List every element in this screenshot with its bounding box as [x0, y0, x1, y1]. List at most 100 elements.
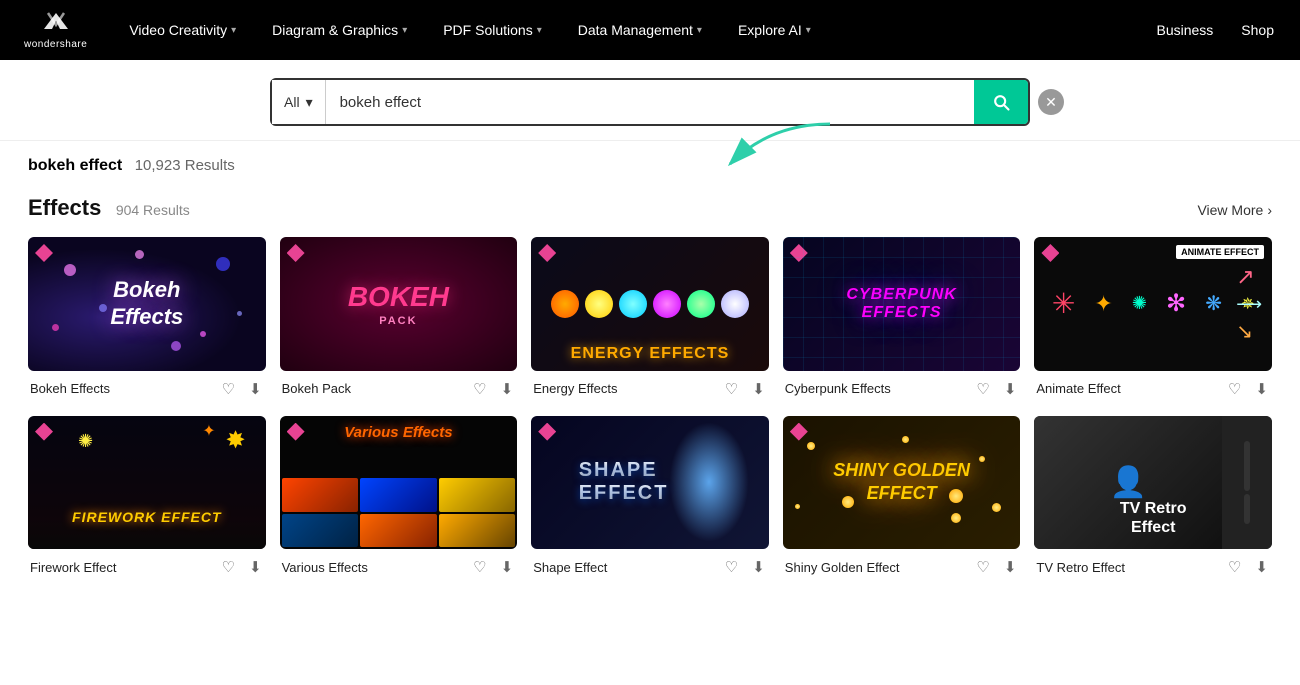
card-animate-like[interactable]: ♡	[1226, 378, 1243, 400]
card-various-like[interactable]: ♡	[471, 556, 488, 578]
logo[interactable]: wondershare	[24, 11, 87, 50]
retro-title: TV RetroEffect	[1120, 499, 1187, 537]
card-tv-retro[interactable]: 👤 TV RetroEffect TV Retro Effect ♡ ⬇	[1034, 416, 1272, 581]
nav-video-creativity-chevron: ▾	[231, 25, 236, 36]
card-golden-like[interactable]: ♡	[974, 556, 991, 578]
nav-right: Business Shop	[1154, 18, 1276, 42]
search-section: All ▾ ✕	[0, 60, 1300, 141]
effects-grid-row2: ✸ ✦ ✺ FIREWORK EFFECT Firework Effect ♡ …	[28, 416, 1272, 581]
nav-pdf-solutions[interactable]: PDF Solutions ▾	[441, 18, 544, 42]
card-shape-like[interactable]: ♡	[723, 556, 740, 578]
card-retro-name: TV Retro Effect	[1036, 560, 1125, 575]
card-cyberpunk-like[interactable]: ♡	[974, 378, 991, 400]
results-info: bokeh effect 10,923 Results	[0, 141, 1300, 175]
nav-data-management[interactable]: Data Management ▾	[576, 18, 704, 42]
effects-section-title-group: Effects 904 Results	[28, 195, 190, 221]
card-golden-name: Shiny Golden Effect	[785, 560, 900, 575]
card-bokeh-pack-label: Bokeh Pack ♡ ⬇	[280, 371, 518, 402]
golden-title: SHINY GOLDENEFFECT	[833, 459, 970, 506]
nav-data-management-label: Data Management	[578, 22, 693, 38]
card-various-download[interactable]: ⬇	[499, 556, 516, 578]
card-shape-name: Shape Effect	[533, 560, 607, 575]
card-golden-thumb: SHINY GOLDENEFFECT	[783, 416, 1021, 550]
search-bar: All ▾ ✕	[270, 78, 1030, 126]
card-bokeh-effects[interactable]: BokehEffects Bokeh Effects ♡ ⬇	[28, 237, 266, 402]
card-firework-download[interactable]: ⬇	[247, 556, 264, 578]
nav-diagram-graphics-label: Diagram & Graphics	[272, 22, 398, 38]
results-query-text: bokeh effect 10,923 Results	[28, 157, 235, 174]
effects-section-count: 904 Results	[116, 202, 190, 218]
card-bokeh-effects-label: Bokeh Effects ♡ ⬇	[28, 371, 266, 402]
card-energy-effects[interactable]: ENERGY EFFECTS Energy Effects ♡ ⬇	[531, 237, 769, 402]
nav-pdf-solutions-chevron: ▾	[537, 25, 542, 36]
nav-pdf-solutions-label: PDF Solutions	[443, 22, 532, 38]
card-bokeh-pack-like[interactable]: ♡	[471, 378, 488, 400]
card-bokeh-pack-download[interactable]: ⬇	[499, 378, 516, 400]
search-button[interactable]	[974, 80, 1028, 124]
card-bokeh-effects-thumb: BokehEffects	[28, 237, 266, 371]
card-cyberpunk-thumb: CYBERPUNKEFFECTS	[783, 237, 1021, 371]
card-cyberpunk-effects[interactable]: CYBERPUNKEFFECTS Cyberpunk Effects ♡ ⬇	[783, 237, 1021, 402]
card-cyberpunk-download[interactable]: ⬇	[1002, 378, 1019, 400]
search-category-label: All	[284, 94, 300, 110]
card-firework-thumb: ✸ ✦ ✺ FIREWORK EFFECT	[28, 416, 266, 550]
card-various-thumb: Various Effects	[280, 416, 518, 550]
nav-diagram-graphics[interactable]: Diagram & Graphics ▾	[270, 18, 409, 42]
card-shape-thumb: SHAPE EFFECT	[531, 416, 769, 550]
card-firework-name: Firework Effect	[30, 560, 116, 575]
search-icon	[991, 92, 1011, 112]
card-energy-thumb: ENERGY EFFECTS	[531, 237, 769, 371]
card-bokeh-pack-name: Bokeh Pack	[282, 381, 351, 396]
card-golden-download[interactable]: ⬇	[1002, 556, 1019, 578]
card-firework-effect[interactable]: ✸ ✦ ✺ FIREWORK EFFECT Firework Effect ♡ …	[28, 416, 266, 581]
card-bokeh-effects-like[interactable]: ♡	[220, 378, 237, 400]
search-category-selector[interactable]: All ▾	[272, 80, 326, 124]
card-bokeh-pack[interactable]: BOKEH PACK Bokeh Pack ♡ ⬇	[280, 237, 518, 402]
card-shiny-golden[interactable]: SHINY GOLDENEFFECT Shiny Golden Effect ♡…	[783, 416, 1021, 581]
card-bokeh-pack-thumb: BOKEH PACK	[280, 237, 518, 371]
bokeh-effects-title: BokehEffects	[110, 277, 183, 330]
various-title: Various Effects	[344, 424, 452, 441]
nav-business[interactable]: Business	[1154, 18, 1215, 42]
search-clear-button[interactable]: ✕	[1038, 89, 1064, 115]
effects-grid-row1: BokehEffects Bokeh Effects ♡ ⬇ BOKEH PAC…	[28, 237, 1272, 402]
card-shape-effect[interactable]: SHAPE EFFECT Shape Effect ♡ ⬇	[531, 416, 769, 581]
effects-section-header: Effects 904 Results View More ›	[28, 195, 1272, 221]
effects-section-title: Effects	[28, 195, 101, 220]
nav-data-management-chevron: ▾	[697, 25, 702, 36]
search-category-chevron: ▾	[306, 94, 313, 111]
card-shape-download[interactable]: ⬇	[750, 556, 767, 578]
card-various-name: Various Effects	[282, 560, 368, 575]
card-retro-download[interactable]: ⬇	[1253, 556, 1270, 578]
nav-video-creativity-label: Video Creativity	[129, 22, 227, 38]
view-more-chevron: ›	[1267, 202, 1272, 218]
view-more-button[interactable]: View More ›	[1197, 202, 1272, 218]
nav-explore-ai-chevron: ▾	[806, 25, 811, 36]
card-various-effects[interactable]: Various Effects Various Effects ♡ ⬇	[280, 416, 518, 581]
card-animate-thumb: ✳ ✦ ✺ ✻ ❋ ✵ ↗ ⟶ ↘ ANIMATE EFFECT	[1034, 237, 1272, 371]
logo-text: wondershare	[24, 39, 87, 50]
nav-video-creativity[interactable]: Video Creativity ▾	[127, 18, 238, 42]
bokeh-pack-title: BOKEH	[348, 281, 449, 313]
nav-diagram-graphics-chevron: ▾	[402, 25, 407, 36]
nav-explore-ai[interactable]: Explore AI ▾	[736, 18, 813, 42]
nav-explore-ai-label: Explore AI	[738, 22, 802, 38]
card-firework-like[interactable]: ♡	[220, 556, 237, 578]
card-energy-name: Energy Effects	[533, 381, 617, 396]
card-retro-like[interactable]: ♡	[1226, 556, 1243, 578]
card-animate-download[interactable]: ⬇	[1253, 378, 1270, 400]
logo-icon	[40, 11, 72, 37]
card-energy-like[interactable]: ♡	[723, 378, 740, 400]
premium-badge	[35, 423, 53, 441]
results-count: 10,923 Results	[135, 157, 235, 174]
header: wondershare Video Creativity ▾ Diagram &…	[0, 0, 1300, 60]
card-energy-download[interactable]: ⬇	[750, 378, 767, 400]
nav-business-label: Business	[1156, 22, 1213, 38]
card-animate-effect[interactable]: ✳ ✦ ✺ ✻ ❋ ✵ ↗ ⟶ ↘ ANIMATE EFFECT Animate…	[1034, 237, 1272, 402]
cyberpunk-title: CYBERPUNKEFFECTS	[846, 286, 956, 322]
search-input[interactable]	[326, 80, 974, 124]
card-bokeh-effects-download[interactable]: ⬇	[247, 378, 264, 400]
bokeh-pack-sub: PACK	[379, 315, 417, 327]
effects-section: Effects 904 Results View More ›	[0, 175, 1300, 580]
nav-shop[interactable]: Shop	[1239, 18, 1276, 42]
